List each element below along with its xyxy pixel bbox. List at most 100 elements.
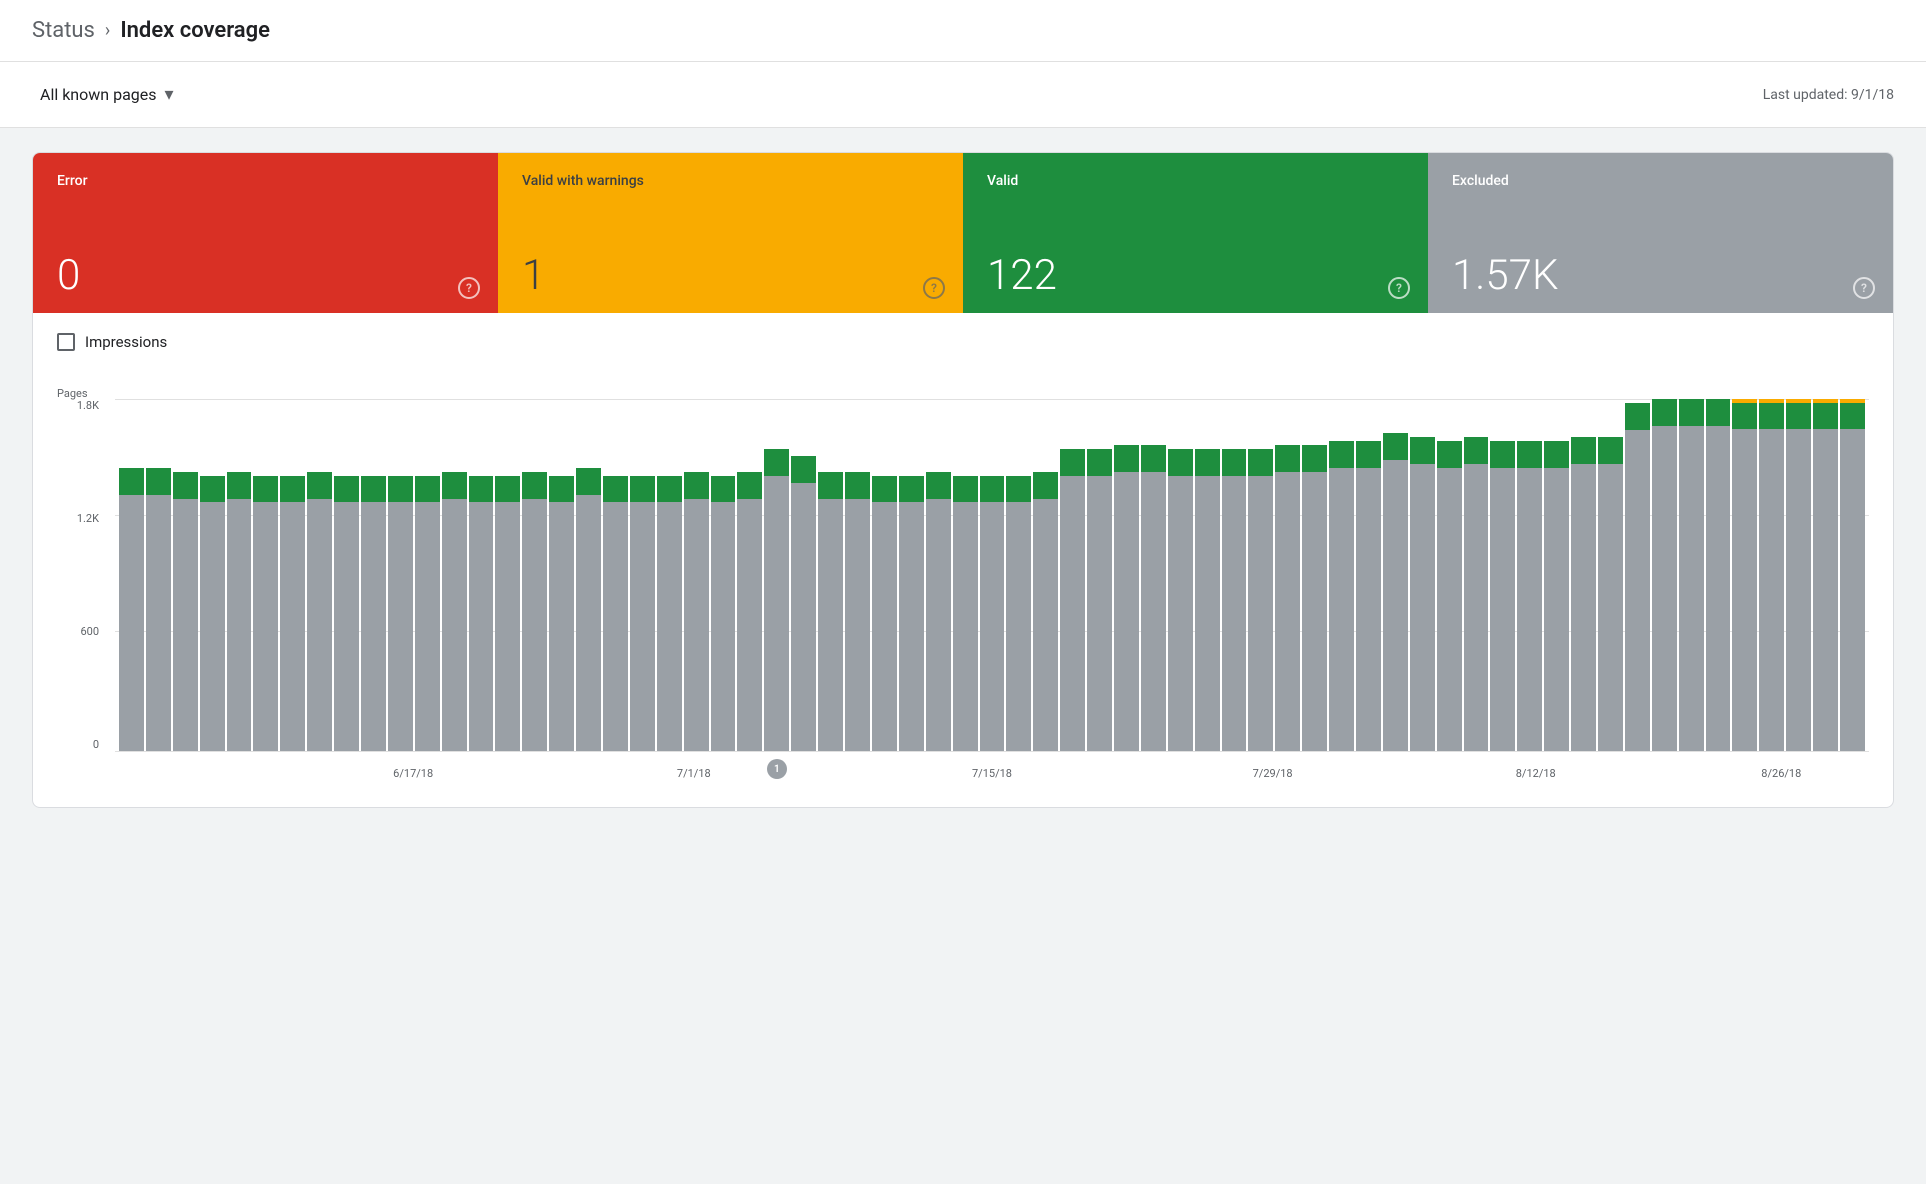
valid-count: 122 [987,255,1404,297]
bar-group[interactable] [1033,399,1058,751]
bar-group[interactable] [1759,399,1784,751]
y-axis: 1.8K 1.2K 600 0 [57,399,107,751]
bar-group[interactable] [495,399,520,751]
bar-group[interactable] [1329,399,1354,751]
bar-group[interactable] [1464,399,1489,751]
bar-group[interactable] [711,399,736,751]
bar-group[interactable] [1248,399,1273,751]
bar-group[interactable] [1571,399,1596,751]
bar-group[interactable]: 1 [764,399,789,751]
bar-group[interactable] [1706,399,1731,751]
valid-bar[interactable]: Valid 122 ? [963,153,1428,313]
x-label: 7/1/18 [677,767,711,780]
x-label: 6/17/18 [393,767,433,780]
chevron-down-icon: ▾ [165,84,174,105]
filter-dropdown[interactable]: All known pages ▾ [32,78,182,111]
valid-label: Valid [987,173,1404,189]
bar-group[interactable] [1302,399,1327,751]
bar-group[interactable] [1732,399,1757,751]
bar-group[interactable] [899,399,924,751]
bar-group[interactable] [1840,399,1865,751]
excluded-label: Excluded [1452,173,1869,189]
bar-group[interactable] [146,399,171,751]
bar-group[interactable] [1544,399,1569,751]
bar-group[interactable] [1168,399,1193,751]
bar-group[interactable] [280,399,305,751]
bar-group[interactable] [1356,399,1381,751]
filter-label: All known pages [40,85,157,104]
bar-group[interactable] [953,399,978,751]
bar-group[interactable] [442,399,467,751]
bar-group[interactable] [334,399,359,751]
bar-group[interactable] [845,399,870,751]
bar-group[interactable] [576,399,601,751]
warning-bar[interactable]: Valid with warnings 1 ? [498,153,963,313]
bar-group[interactable] [630,399,655,751]
warning-count: 1 [522,255,939,297]
bar-group[interactable] [549,399,574,751]
bar-group[interactable] [1087,399,1112,751]
page-title: Index coverage [120,18,270,43]
bar-group[interactable] [1813,399,1838,751]
bar-group[interactable] [200,399,225,751]
bar-group[interactable] [227,399,252,751]
bar-group[interactable] [307,399,332,751]
bar-group[interactable] [737,399,762,751]
y-label-2: 1.2K [77,512,99,525]
breadcrumb: Status › Index coverage [32,18,270,43]
bar-group[interactable] [119,399,144,751]
bar-group[interactable] [1006,399,1031,751]
impressions-checkbox[interactable] [57,333,75,351]
bar-group[interactable] [1141,399,1166,751]
x-label: 7/29/18 [1253,767,1293,780]
bar-group[interactable] [388,399,413,751]
excluded-help-icon[interactable]: ? [1853,277,1875,299]
bar-group[interactable] [980,399,1005,751]
x-axis: 6/17/187/1/187/15/187/29/188/12/188/26/1… [115,755,1869,791]
bar-group[interactable] [1652,399,1677,751]
bar-group[interactable] [684,399,709,751]
excluded-bar[interactable]: Excluded 1.57K ? [1428,153,1893,313]
toolbar: All known pages ▾ Last updated: 9/1/18 [0,62,1926,128]
x-label: 7/15/18 [972,767,1012,780]
bar-group[interactable] [173,399,198,751]
x-label: 8/26/18 [1761,767,1801,780]
excluded-count: 1.57K [1452,255,1869,297]
bar-group[interactable] [253,399,278,751]
bar-group[interactable] [1195,399,1220,751]
bar-group[interactable] [1625,399,1650,751]
y-label-3: 600 [80,625,99,638]
bar-group[interactable] [1517,399,1542,751]
bar-group[interactable] [926,399,951,751]
bar-group[interactable] [1410,399,1435,751]
y-label-1: 1.8K [77,399,99,412]
bar-group[interactable] [1598,399,1623,751]
error-help-icon[interactable]: ? [458,277,480,299]
bar-group[interactable] [361,399,386,751]
bar-group[interactable] [469,399,494,751]
bar-group[interactable] [1114,399,1139,751]
warning-help-icon[interactable]: ? [923,277,945,299]
error-bar[interactable]: Error 0 ? [33,153,498,313]
bar-group[interactable] [1437,399,1462,751]
header: Status › Index coverage [0,0,1926,62]
bar-group[interactable] [603,399,628,751]
bar-group[interactable] [415,399,440,751]
bar-group[interactable] [1060,399,1085,751]
valid-help-icon[interactable]: ? [1388,277,1410,299]
bar-group[interactable] [1275,399,1300,751]
bar-group[interactable] [791,399,816,751]
bar-group[interactable] [818,399,843,751]
breadcrumb-status[interactable]: Status [32,18,95,43]
bar-group[interactable] [1679,399,1704,751]
bar-group[interactable] [1786,399,1811,751]
impressions-toggle: Impressions [57,333,1869,351]
chart-area: 1 [115,399,1869,751]
warning-label: Valid with warnings [522,173,939,189]
bar-group[interactable] [1490,399,1515,751]
bar-group[interactable] [1383,399,1408,751]
bar-group[interactable] [1222,399,1247,751]
bar-group[interactable] [657,399,682,751]
bar-group[interactable] [872,399,897,751]
bar-group[interactable] [522,399,547,751]
